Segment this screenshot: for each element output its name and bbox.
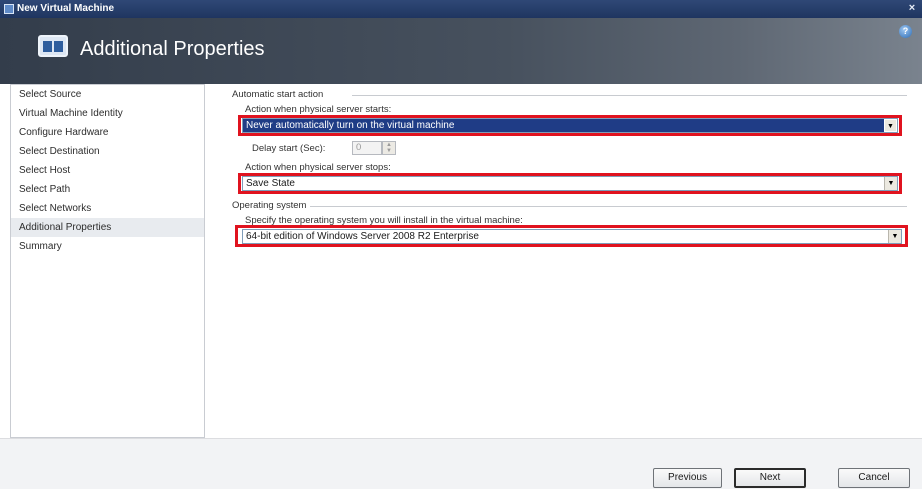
- next-button[interactable]: Next: [734, 468, 806, 488]
- stop-action-dropdown[interactable]: Save State ▼: [242, 176, 898, 191]
- sidebar-item-configure-hardware[interactable]: Configure Hardware: [11, 123, 204, 142]
- previous-button[interactable]: Previous: [653, 468, 722, 488]
- sidebar-item-select-networks[interactable]: Select Networks: [11, 199, 204, 218]
- sidebar-item-select-destination[interactable]: Select Destination: [11, 142, 204, 161]
- start-action-value: Never automatically turn on the virtual …: [246, 120, 455, 131]
- stop-action-label: Action when physical server stops:: [245, 162, 391, 173]
- sidebar-item-select-path[interactable]: Select Path: [11, 180, 204, 199]
- sidebar-item-additional-properties[interactable]: Additional Properties: [11, 218, 204, 237]
- group-divider: [310, 206, 907, 207]
- automatic-start-group-title: Automatic start action: [232, 89, 324, 100]
- sidebar-item-select-host[interactable]: Select Host: [11, 161, 204, 180]
- operating-system-group-title: Operating system: [232, 200, 307, 211]
- stop-action-value: Save State: [246, 178, 295, 189]
- sidebar-item-select-source[interactable]: Select Source: [11, 85, 204, 104]
- group-divider: [352, 95, 907, 96]
- close-icon[interactable]: ×: [906, 2, 918, 15]
- delay-start-stepper[interactable]: ▲ ▼: [382, 141, 396, 155]
- chevron-down-icon[interactable]: ▼: [884, 119, 897, 132]
- window-app-icon: [4, 4, 14, 14]
- sidebar-item-summary[interactable]: Summary: [11, 237, 204, 256]
- sidebar-item-virtual-machine-identity[interactable]: Virtual Machine Identity: [11, 104, 204, 123]
- delay-start-label: Delay start (Sec):: [252, 143, 326, 154]
- os-dropdown[interactable]: 64-bit edition of Windows Server 2008 R2…: [242, 229, 902, 244]
- os-value: 64-bit edition of Windows Server 2008 R2…: [246, 231, 479, 242]
- chevron-down-icon[interactable]: ▼: [884, 177, 897, 190]
- wizard-steps-sidebar: Select Source Virtual Machine Identity C…: [10, 84, 205, 438]
- wizard-header: Additional Properties ?: [0, 18, 922, 84]
- page-title: Additional Properties: [80, 38, 265, 60]
- start-action-label: Action when physical server starts:: [245, 104, 392, 115]
- wizard-footer: Previous Next Cancel: [0, 438, 922, 489]
- delay-start-input[interactable]: 0: [352, 141, 382, 155]
- cancel-button[interactable]: Cancel: [838, 468, 910, 488]
- virtual-machine-icon: [38, 35, 68, 57]
- window-titlebar: New Virtual Machine ×: [0, 0, 922, 18]
- window-title: New Virtual Machine: [17, 3, 115, 14]
- start-action-dropdown[interactable]: Never automatically turn on the virtual …: [242, 118, 898, 133]
- help-icon[interactable]: ?: [899, 25, 912, 38]
- chevron-down-icon[interactable]: ▼: [888, 230, 901, 243]
- chevron-down-icon[interactable]: ▼: [383, 148, 395, 154]
